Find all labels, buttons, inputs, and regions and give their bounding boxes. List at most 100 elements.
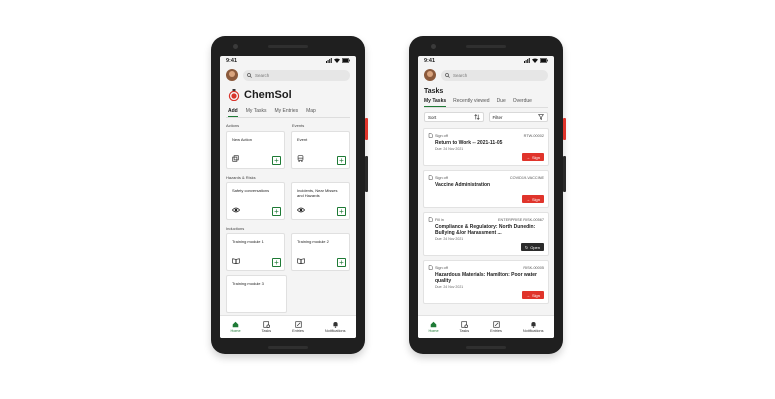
safety-conversations-card[interactable]: Safety conversations + <box>226 182 285 220</box>
add-button[interactable]: + <box>337 156 346 165</box>
search-input[interactable]: Search <box>243 69 350 81</box>
add-button[interactable]: + <box>272 258 281 267</box>
button-label: Sign <box>531 154 540 160</box>
wifi-icon <box>334 58 340 63</box>
sign-button[interactable]: → Sign <box>521 195 544 203</box>
card-title: Training module 2 <box>297 239 329 244</box>
card-title: Training module 3 <box>232 281 264 286</box>
nav-tasks[interactable]: Tasks <box>459 321 470 333</box>
section-inductions-label: Inductions <box>226 226 245 231</box>
task-card[interactable]: Sign off RISK-00005 Hazardous Materials:… <box>423 260 549 304</box>
battery-icon <box>342 58 350 63</box>
nav-tasks[interactable]: Tasks <box>261 321 272 333</box>
nav-label: Home <box>428 329 439 333</box>
task-code: COVID19-VACCINE <box>509 175 544 180</box>
document-icon <box>428 133 433 138</box>
bell-icon <box>531 322 536 328</box>
nav-entries[interactable]: Entries <box>490 321 502 333</box>
speaker-grille <box>268 346 308 349</box>
signal-icon <box>326 58 332 63</box>
card-row: Training module 1 + Training module 2 + <box>220 233 356 271</box>
sign-button[interactable]: → Sign <box>521 291 544 299</box>
training-module-3-card[interactable]: Training module 3 <box>226 275 287 313</box>
incidents-card[interactable]: Incidents, Near Misses and Hazards + <box>291 182 350 220</box>
task-code: ENTERPRISE RISK-00567 <box>497 217 544 222</box>
side-button <box>365 118 368 140</box>
nav-notifications[interactable]: Notifications <box>523 321 544 333</box>
task-card[interactable]: Fill in ENTERPRISE RISK-00567 Compliance… <box>423 212 549 256</box>
tab-my-entries[interactable]: My Entries <box>274 108 298 117</box>
refresh-icon: ↻ <box>524 244 529 250</box>
tab-add[interactable]: Add <box>228 108 238 117</box>
tab-map[interactable]: Map <box>306 108 316 117</box>
avatar[interactable] <box>424 69 436 81</box>
training-module-1-card[interactable]: Training module 1 + <box>226 233 285 271</box>
sign-arrow-icon: → <box>525 154 530 160</box>
nav-label: Tasks <box>459 329 470 333</box>
add-button[interactable]: + <box>337 207 346 216</box>
new-action-card[interactable]: New Action + <box>226 131 285 169</box>
task-name: Vaccine Administration <box>435 182 491 188</box>
task-due: Due: 24 Nov 2021 <box>435 285 464 289</box>
card-title: New Action <box>232 137 253 142</box>
add-button[interactable]: + <box>272 207 281 216</box>
section-labels: Actions Events <box>220 118 356 131</box>
sort-dropdown[interactable]: Sort <box>424 112 484 122</box>
document-icon <box>428 175 433 180</box>
task-card[interactable]: Sign off RTW-00002 Return to Work -- 202… <box>423 128 549 166</box>
search-icon <box>247 72 252 78</box>
task-type: Fill in <box>435 217 444 222</box>
screen: 9:41 Search ChemSol Add My Tasks My Entr… <box>220 56 356 338</box>
sign-button[interactable]: → Sign <box>521 153 544 161</box>
section-labels: Inductions <box>220 220 356 233</box>
task-type: Sign off <box>435 265 448 270</box>
search-row: Search <box>418 65 554 82</box>
sign-arrow-icon: → <box>525 196 530 202</box>
sort-label: Sort <box>428 114 437 120</box>
side-button <box>365 156 368 192</box>
home-icon <box>232 321 239 328</box>
add-button[interactable]: + <box>337 258 346 267</box>
section-events-label: Events <box>292 123 305 128</box>
nav-label: Entries <box>292 329 304 333</box>
side-button <box>563 156 566 192</box>
document-icon <box>428 217 433 222</box>
speaker-grille <box>268 45 308 48</box>
tab-recently-viewed[interactable]: Recently viewed <box>453 98 489 107</box>
status-time: 9:41 <box>424 57 436 64</box>
sign-arrow-icon: → <box>525 292 530 298</box>
training-module-2-card[interactable]: Training module 2 + <box>291 233 350 271</box>
book-icon <box>297 258 305 264</box>
add-button[interactable]: + <box>272 156 281 165</box>
front-camera <box>431 44 436 49</box>
brand-header: ChemSol <box>220 82 356 103</box>
nav-label: Notifications <box>324 329 346 333</box>
nav-home[interactable]: Home <box>230 321 241 333</box>
copy-icon <box>232 155 239 162</box>
bell-icon <box>333 322 338 328</box>
side-button <box>563 118 566 140</box>
nav-home[interactable]: Home <box>428 321 439 333</box>
tab-my-tasks[interactable]: My Tasks <box>424 98 447 107</box>
tab-due[interactable]: Due <box>497 98 506 107</box>
nav-entries[interactable]: Entries <box>292 321 304 333</box>
task-card[interactable]: Sign off COVID19-VACCINE Vaccine Adminis… <box>423 170 549 208</box>
screen: 9:41 Search Tasks My Tasks Recently view… <box>418 56 554 338</box>
book-icon <box>232 258 240 264</box>
button-label: Sign <box>531 292 540 298</box>
task-type: Sign off <box>435 133 448 138</box>
event-card[interactable]: Event + <box>291 131 350 169</box>
filter-dropdown[interactable]: Filter <box>488 112 548 122</box>
tab-my-tasks[interactable]: My Tasks <box>246 108 267 117</box>
signal-icon <box>524 58 530 63</box>
open-button[interactable]: ↻ Open <box>520 243 544 251</box>
entries-icon <box>492 321 500 328</box>
document-icon <box>428 265 433 270</box>
tab-overdue[interactable]: Overdue <box>513 98 532 107</box>
card-row: New Action + Event + <box>220 131 356 169</box>
search-input[interactable]: Search <box>441 69 548 81</box>
nav-label: Tasks <box>261 329 272 333</box>
sort-arrows-icon <box>473 114 480 120</box>
avatar[interactable] <box>226 69 238 81</box>
nav-notifications[interactable]: Notifications <box>325 321 346 333</box>
